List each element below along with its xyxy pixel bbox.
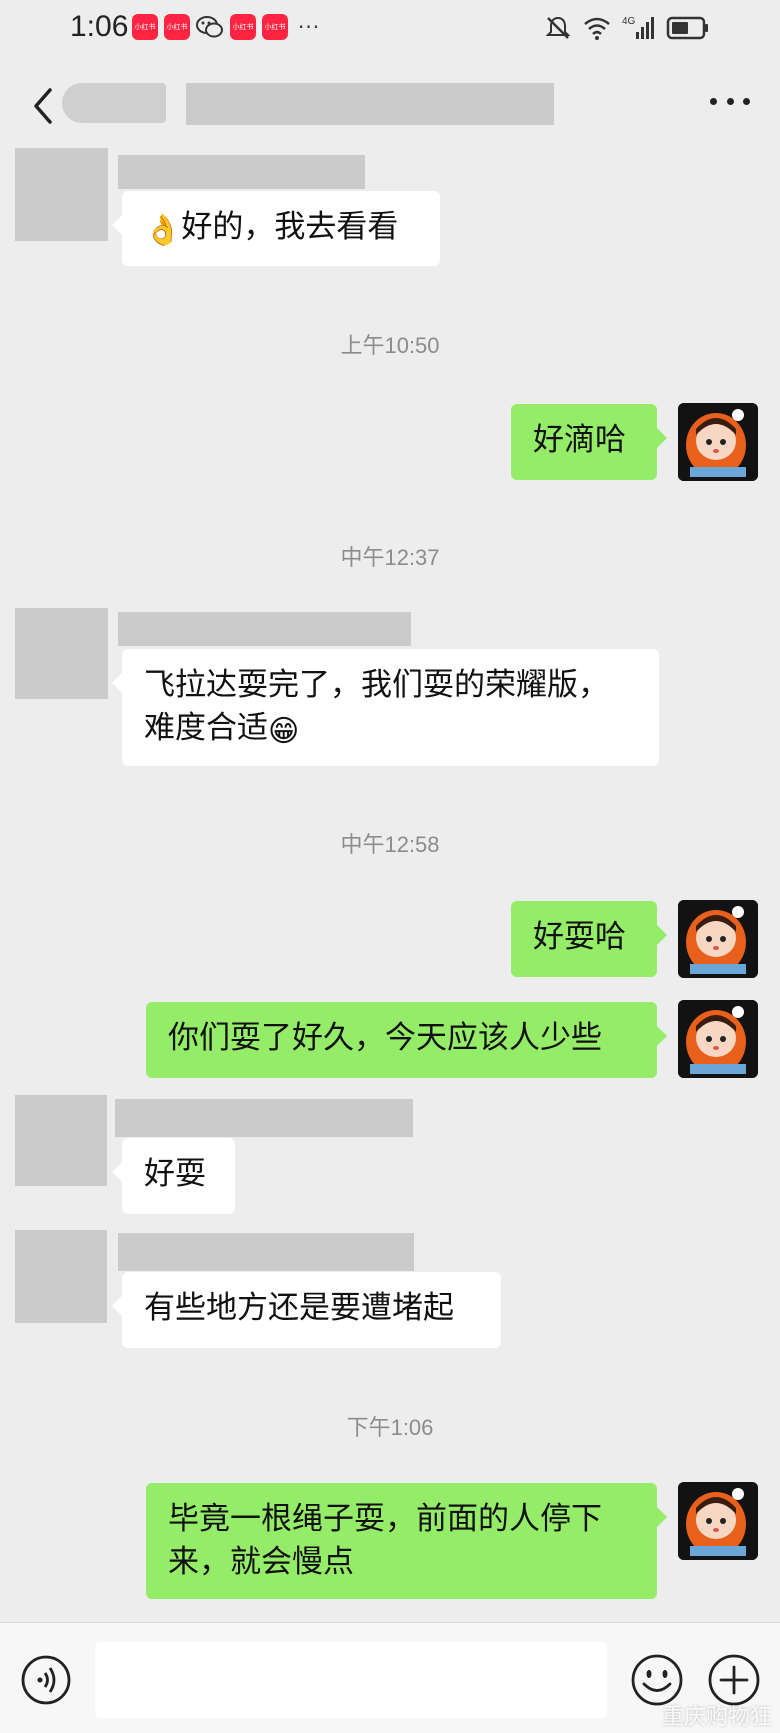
- xiaohongshu-icon: 小红书: [262, 14, 288, 40]
- status-right-icons: 4G: [544, 14, 710, 42]
- message-timestamp: 下午1:06: [346, 1415, 434, 1440]
- grin-emoji: 😁: [268, 714, 300, 749]
- message-text-line: 毕竟一根绳子耍，前面的人停下: [168, 1501, 602, 1537]
- contact-avatar-redacted[interactable]: [15, 608, 108, 699]
- xiaohongshu-icon: 小红书: [230, 14, 256, 40]
- cartoon-girl-avatar-icon: [678, 1482, 758, 1560]
- battery-icon: [666, 16, 708, 40]
- message-text: 有些地方还是要遭堵起: [144, 1290, 454, 1326]
- message-text: 好的，我去看看: [181, 209, 399, 245]
- contact-avatar-redacted[interactable]: [15, 148, 108, 241]
- ok-hand-emoji: 👌: [144, 213, 182, 248]
- status-bar: 1:06 小红书 小红书 小红书 小红书 ··· 4G: [0, 0, 780, 56]
- message-text-line: 难度合适: [144, 710, 268, 746]
- cartoon-girl-avatar-icon: [678, 1000, 758, 1078]
- chat-title-redacted: [62, 83, 166, 123]
- message-text-line: 来，就会慢点: [168, 1544, 354, 1580]
- message-text: 你们耍了好久，今天应该人少些: [168, 1020, 602, 1056]
- message-text: 好耍哈: [533, 919, 626, 955]
- message-bubble-outgoing[interactable]: 好耍哈: [511, 901, 667, 977]
- message-timestamp: 中午12:58: [340, 832, 440, 857]
- contact-avatar-redacted[interactable]: [15, 1230, 107, 1323]
- my-avatar[interactable]: [678, 1482, 758, 1560]
- contact-avatar-redacted[interactable]: [15, 1095, 107, 1186]
- cartoon-girl-avatar-icon: [678, 403, 758, 481]
- sender-name-redacted: [115, 1099, 413, 1137]
- cartoon-girl-avatar-icon: [678, 900, 758, 978]
- message-timestamp: 中午12:37: [340, 545, 440, 570]
- wechat-icon: [196, 16, 223, 38]
- sender-name-redacted: [118, 1233, 414, 1271]
- watermark-text: 重庆购物狂: [661, 1705, 772, 1730]
- message-bubble-incoming[interactable]: 好耍: [112, 1138, 235, 1214]
- message-bubble-incoming[interactable]: 👌好的，我去看看: [112, 191, 440, 266]
- input-bar: 重庆购物狂: [0, 1622, 780, 1733]
- back-arrow-icon[interactable]: [28, 84, 56, 128]
- xiaohongshu-icon: 小红书: [164, 14, 190, 40]
- bell-muted-icon: [545, 16, 571, 39]
- message-text-line: 飞拉达耍完了，我们耍的荣耀版，: [144, 667, 609, 703]
- voice-input-icon[interactable]: [20, 1654, 72, 1706]
- status-overflow-indicator: ···: [298, 15, 321, 39]
- message-timestamp: 上午10:50: [340, 333, 440, 358]
- xiaohongshu-icon: 小红书: [132, 14, 158, 40]
- signal-4g-icon: 4G: [622, 16, 654, 39]
- message-text: 好耍: [144, 1156, 206, 1192]
- message-bubble-incoming[interactable]: 飞拉达耍完了，我们耍的荣耀版， 难度合适😁: [112, 649, 659, 766]
- my-avatar[interactable]: [678, 900, 758, 978]
- more-options-icon[interactable]: [710, 94, 750, 108]
- message-input[interactable]: [95, 1642, 607, 1718]
- svg-text:4G: 4G: [622, 16, 636, 27]
- message-bubble-incoming[interactable]: 有些地方还是要遭堵起: [112, 1272, 501, 1348]
- sender-name-redacted: [118, 612, 411, 646]
- message-text: 好滴哈: [533, 422, 626, 458]
- chat-subtitle-redacted: [186, 83, 554, 125]
- message-bubble-outgoing[interactable]: 好滴哈: [511, 404, 667, 480]
- message-bubble-outgoing[interactable]: 毕竟一根绳子耍，前面的人停下 来，就会慢点: [146, 1483, 667, 1599]
- notification-icons: 小红书 小红书 小红书 小红书 ···: [132, 14, 320, 40]
- status-time: 1:06: [70, 10, 129, 43]
- my-avatar[interactable]: [678, 1000, 758, 1078]
- message-bubble-outgoing[interactable]: 你们耍了好久，今天应该人少些: [146, 1002, 667, 1078]
- my-avatar[interactable]: [678, 403, 758, 481]
- chat-header: [0, 60, 780, 150]
- wifi-icon: [584, 17, 610, 40]
- sender-name-redacted: [118, 155, 365, 189]
